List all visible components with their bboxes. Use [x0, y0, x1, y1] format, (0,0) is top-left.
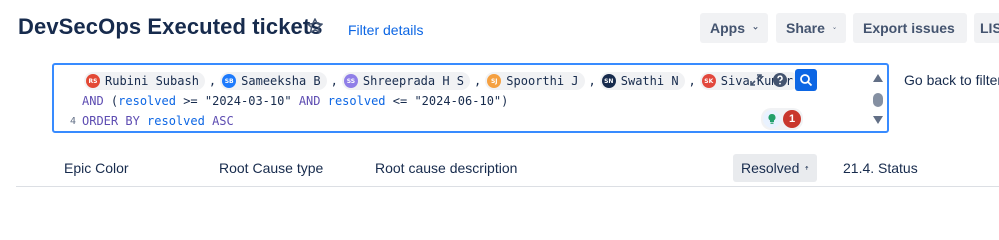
avatar: SJ: [487, 74, 502, 88]
user-name: Sameeksha B: [241, 74, 321, 88]
expand-icon: [750, 74, 762, 86]
user-name: Swathi N: [620, 74, 679, 88]
export-issues-label: Export issues: [863, 20, 955, 36]
close-paren: ): [501, 94, 509, 108]
comma: ,: [208, 74, 217, 88]
scroll-down-icon[interactable]: [872, 115, 884, 125]
avatar: SB: [222, 74, 237, 88]
scrollbar-thumb[interactable]: [873, 93, 883, 107]
jql-line-date-range: AND (resolved >= "2024-03-10" AND resolv…: [54, 91, 887, 111]
keyword-order-by: ORDER BY: [82, 114, 140, 128]
avatar: SN: [601, 74, 616, 88]
expand-editor-button[interactable]: [747, 71, 765, 89]
editor-scrollbar[interactable]: [869, 65, 887, 131]
search-button[interactable]: [795, 69, 817, 91]
user-chip[interactable]: RS Rubini Subash: [84, 72, 205, 90]
scroll-up-icon[interactable]: [872, 73, 884, 83]
column-header-root-cause-type[interactable]: Root Cause type: [219, 160, 323, 176]
column-header-resolved-label: Resolved: [741, 160, 800, 176]
error-count-badge: 1: [783, 110, 801, 128]
keyword-and: AND: [82, 94, 104, 108]
chevron-down-icon: [753, 26, 758, 30]
table-header-divider: [16, 186, 999, 187]
list-view-button[interactable]: LIST: [974, 13, 999, 43]
comma: ,: [330, 74, 338, 88]
editor-toolbar: [747, 69, 817, 91]
operator: >=: [183, 94, 198, 108]
star-outline-icon[interactable]: [305, 16, 325, 36]
apps-button[interactable]: Apps: [700, 13, 768, 43]
user-chip[interactable]: SJ Spoorthi J: [485, 72, 585, 90]
user-chip[interactable]: SS Shreeprada H S: [341, 72, 471, 90]
line-number: 4: [69, 115, 76, 127]
keyword-asc: ASC: [212, 114, 234, 128]
list-view-label: LIST: [980, 20, 999, 36]
avatar: SK: [701, 74, 716, 88]
operator: <=: [392, 94, 408, 108]
sort-ascending-icon: [805, 165, 809, 170]
comma: ,: [474, 74, 482, 88]
apps-button-label: Apps: [710, 20, 745, 36]
column-header-root-cause-description[interactable]: Root cause description: [375, 160, 517, 176]
search-icon: [800, 74, 813, 87]
help-icon: [773, 73, 787, 87]
field-resolved: resolved: [147, 114, 205, 128]
help-button[interactable]: [771, 71, 789, 89]
chevron-down-icon: [833, 27, 836, 30]
comma: ,: [688, 74, 696, 88]
open-paren: (: [110, 94, 119, 108]
jql-editor[interactable]: RS Rubini Subash , SB Sameeksha B , SS S…: [52, 63, 889, 133]
go-back-to-filter-link[interactable]: Go back to filter: [904, 72, 999, 88]
column-header-status[interactable]: 21.4. Status: [843, 160, 918, 176]
field-resolved: resolved: [118, 94, 176, 108]
column-header-resolved[interactable]: Resolved: [733, 154, 817, 182]
date-value: "2024-03-10": [204, 94, 292, 108]
user-chip[interactable]: SB Sameeksha B: [220, 72, 327, 90]
share-button-label: Share: [786, 20, 825, 36]
comma: ,: [588, 74, 596, 88]
user-name: Rubini Subash: [105, 74, 199, 88]
page-title: DevSecOps Executed tickets: [18, 14, 323, 39]
date-value: "2024-06-10": [414, 94, 502, 108]
avatar: SS: [343, 74, 358, 88]
user-name: Shreeprada H S: [362, 74, 465, 88]
syntax-hint-indicator[interactable]: 1: [761, 108, 803, 130]
column-header-epic-color[interactable]: Epic Color: [64, 160, 129, 176]
filter-details-link[interactable]: Filter details: [348, 22, 423, 38]
keyword-and: AND: [298, 94, 321, 108]
field-resolved: resolved: [327, 94, 386, 108]
user-name: Spoorthi J: [506, 74, 579, 88]
lightbulb-icon: [763, 110, 781, 128]
share-button[interactable]: Share: [776, 13, 846, 43]
avatar: RS: [86, 74, 100, 88]
user-chip[interactable]: SN Swathi N: [599, 72, 685, 90]
export-issues-button[interactable]: Export issues: [853, 13, 967, 43]
